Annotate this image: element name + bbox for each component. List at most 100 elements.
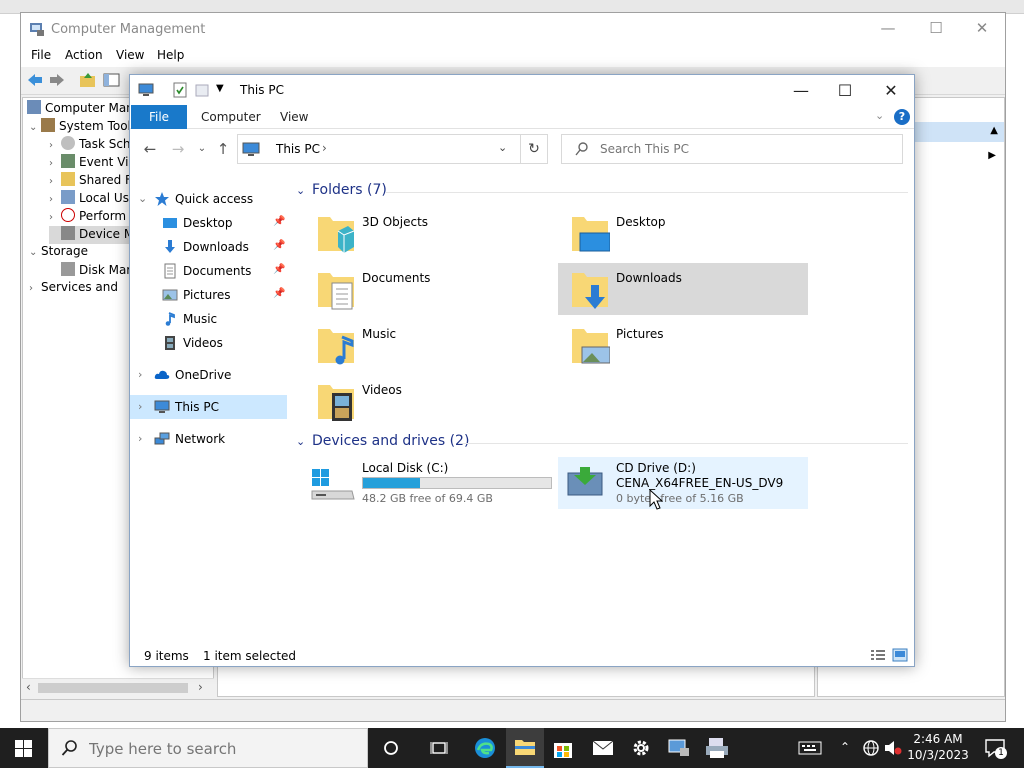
folders-group-header[interactable]: ⌄ Folders (7) xyxy=(296,181,908,203)
nav-this-pc[interactable]: › This PC xyxy=(130,395,287,419)
folder-music[interactable]: Music xyxy=(304,319,554,371)
pin-icon[interactable]: 📌 xyxy=(273,264,285,275)
chevron-right-icon[interactable]: › xyxy=(49,212,61,223)
tree-disk-management[interactable]: Disk Mar xyxy=(49,262,131,280)
back-button[interactable]: ← xyxy=(140,140,160,158)
chevron-right-icon[interactable]: › xyxy=(29,283,41,294)
taskbar-search-box[interactable] xyxy=(48,728,368,768)
cm-minimize-button[interactable]: — xyxy=(873,19,903,39)
cm-menu-action[interactable]: Action xyxy=(65,48,103,62)
chevron-right-icon[interactable]: › xyxy=(138,432,142,445)
forward-arrow-icon[interactable] xyxy=(48,72,66,88)
collapse-up-icon[interactable]: ▲ xyxy=(990,125,998,136)
chevron-down-icon[interactable]: ⌄ xyxy=(29,247,41,258)
new-folder-icon[interactable] xyxy=(194,82,210,98)
search-box[interactable] xyxy=(561,134,903,164)
scroll-left-icon[interactable]: ‹ xyxy=(26,680,31,694)
scroll-right-icon[interactable]: › xyxy=(198,680,203,694)
chevron-right-icon[interactable]: › xyxy=(49,194,61,205)
taskbar-search-input[interactable] xyxy=(89,739,359,759)
tab-computer[interactable]: Computer xyxy=(201,105,261,129)
up-button[interactable]: ↑ xyxy=(213,140,233,158)
start-button[interactable] xyxy=(0,728,48,768)
tree-local-users[interactable]: › Local Us xyxy=(49,190,129,208)
drive-d[interactable]: CD Drive (D:) CENA_X64FREE_EN-US_DV9 0 b… xyxy=(558,457,808,509)
chevron-right-icon[interactable]: › xyxy=(49,158,61,169)
cm-menu-view[interactable]: View xyxy=(116,48,144,62)
file-explorer-button[interactable] xyxy=(506,728,544,768)
explorer-close-button[interactable]: ✕ xyxy=(868,79,914,103)
folder-documents[interactable]: Documents xyxy=(304,263,554,315)
chevron-right-icon[interactable]: › xyxy=(138,368,142,381)
large-icons-view-icon[interactable] xyxy=(892,648,908,662)
device-manager-taskbar-button[interactable] xyxy=(698,728,736,768)
nav-pictures[interactable]: Pictures 📌 xyxy=(130,283,287,307)
nav-quick-access[interactable]: ⌄ Quick access xyxy=(130,187,287,211)
more-actions-icon[interactable]: ▶ xyxy=(988,150,996,161)
scrollbar-thumb[interactable] xyxy=(38,683,188,693)
show-hide-tree-icon[interactable] xyxy=(103,72,121,88)
details-view-icon[interactable] xyxy=(870,648,886,662)
cm-menu-file[interactable]: File xyxy=(31,48,51,62)
tree-event-viewer[interactable]: › Event Vie xyxy=(49,154,136,172)
nav-downloads[interactable]: Downloads 📌 xyxy=(130,235,287,259)
chevron-right-icon[interactable]: › xyxy=(49,176,61,187)
drive-c[interactable]: Local Disk (C:) 48.2 GB free of 69.4 GB xyxy=(304,457,554,509)
tree-services-and-apps[interactable]: › Services and xyxy=(29,280,118,298)
computer-management-taskbar-button[interactable] xyxy=(660,728,698,768)
tab-file[interactable]: File xyxy=(131,105,187,129)
settings-button[interactable] xyxy=(622,728,660,768)
chevron-right-icon[interactable]: › xyxy=(322,141,327,155)
help-icon[interactable]: ? xyxy=(894,109,910,125)
expand-ribbon-icon[interactable]: ⌄ xyxy=(875,109,884,122)
tree-storage[interactable]: ⌄ Storage xyxy=(29,244,88,262)
pin-icon[interactable]: 📌 xyxy=(273,216,285,227)
search-input[interactable] xyxy=(600,141,890,157)
folder-desktop[interactable]: Desktop xyxy=(558,207,808,259)
tree-shared-folders[interactable]: › Shared F xyxy=(49,172,132,190)
system-clock[interactable]: 2:46 AM 10/3/2023 xyxy=(900,731,976,763)
chevron-right-icon[interactable]: › xyxy=(49,140,61,151)
chevron-down-icon[interactable]: ⌄ xyxy=(296,184,305,197)
cm-maximize-button[interactable]: ☐ xyxy=(921,19,951,39)
address-dropdown-icon[interactable]: ⌄ xyxy=(498,141,507,154)
cm-tree-scrollbar[interactable]: ‹ › xyxy=(22,678,214,696)
folder-downloads[interactable]: Downloads xyxy=(558,263,808,315)
chevron-down-icon[interactable]: ⌄ xyxy=(296,435,305,448)
up-folder-icon[interactable] xyxy=(79,72,97,88)
tree-task-scheduler[interactable]: › Task Sch xyxy=(49,136,131,154)
store-button[interactable] xyxy=(544,728,582,768)
nav-music[interactable]: Music xyxy=(130,307,287,331)
folder-videos[interactable]: Videos xyxy=(304,375,554,427)
nav-videos[interactable]: Videos xyxy=(130,331,287,355)
forward-button[interactable]: → xyxy=(168,140,188,158)
tree-performance[interactable]: › Perform xyxy=(49,208,126,226)
pin-icon[interactable]: 📌 xyxy=(273,240,285,251)
pin-icon[interactable]: 📌 xyxy=(273,288,285,299)
nav-documents[interactable]: Documents 📌 xyxy=(130,259,287,283)
back-arrow-icon[interactable] xyxy=(26,72,44,88)
show-hidden-icons-chevron-icon[interactable]: ⌃ xyxy=(840,740,850,768)
cortana-button[interactable] xyxy=(372,728,410,768)
nav-network[interactable]: › Network xyxy=(130,427,287,451)
customize-quick-access-icon[interactable]: ▼ xyxy=(216,83,224,94)
explorer-maximize-button[interactable]: ☐ xyxy=(822,79,868,103)
folder-pictures[interactable]: Pictures xyxy=(558,319,808,371)
tree-system-tools[interactable]: ⌄ System Tool xyxy=(29,118,131,136)
nav-onedrive[interactable]: › OneDrive xyxy=(130,363,287,387)
refresh-button[interactable]: ↻ xyxy=(520,134,548,164)
properties-icon[interactable] xyxy=(172,82,188,98)
address-bar[interactable]: This PC › ⌄ xyxy=(237,134,547,164)
nav-desktop[interactable]: Desktop 📌 xyxy=(130,211,287,235)
explorer-minimize-button[interactable]: — xyxy=(778,79,824,103)
chevron-right-icon[interactable]: › xyxy=(138,400,142,413)
recent-locations-button[interactable]: ⌄ xyxy=(192,143,212,161)
edge-button[interactable] xyxy=(466,728,504,768)
chevron-down-icon[interactable]: ⌄ xyxy=(138,192,147,205)
folder-3d-objects[interactable]: 3D Objects xyxy=(304,207,554,259)
chevron-down-icon[interactable]: ⌄ xyxy=(29,122,41,133)
cm-close-button[interactable]: ✕ xyxy=(967,19,997,39)
tab-view[interactable]: View xyxy=(280,105,308,129)
devices-group-header[interactable]: ⌄ Devices and drives (2) xyxy=(296,432,908,454)
task-view-button[interactable] xyxy=(420,728,458,768)
